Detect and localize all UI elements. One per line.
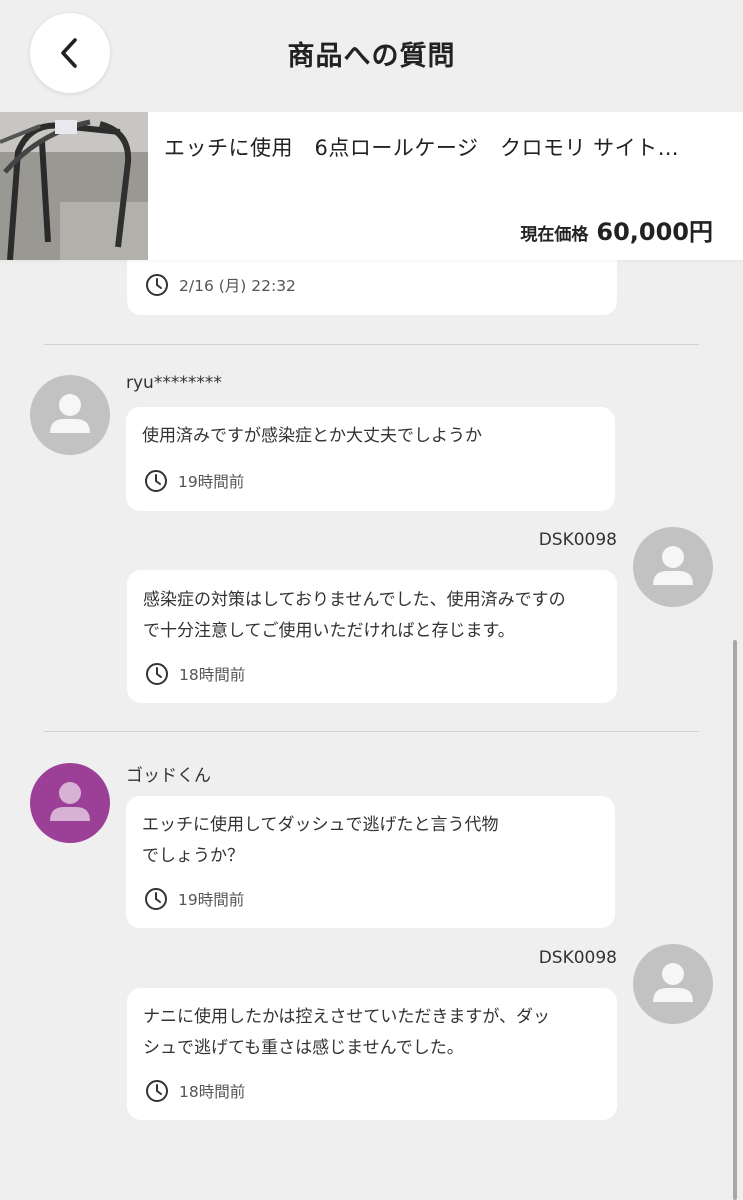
header: 商品への質問 bbox=[0, 0, 743, 112]
divider bbox=[44, 344, 699, 345]
question-bubble: エッチに使用してダッシュで逃げたと言う代物 でしょうか？ 19時間前 bbox=[126, 796, 615, 928]
message-time: 19時間前 bbox=[144, 469, 244, 493]
message-time: 19時間前 bbox=[144, 887, 244, 911]
seller-name[interactable]: DSK0098 bbox=[539, 948, 617, 968]
page-title: 商品への質問 bbox=[287, 41, 456, 72]
divider bbox=[44, 731, 699, 732]
clock-icon bbox=[146, 1080, 168, 1102]
clock-icon bbox=[145, 470, 167, 492]
answer-bubble: 感染症の対策はしておりませんでした、使用済みですの で十分注意してご使用いただけ… bbox=[127, 570, 617, 703]
answer-bubble: ナニに使用したかは控えさせていただきますが、ダッ シュで逃げても重さは感じません… bbox=[127, 988, 617, 1120]
message-text: ナニに使用したかは控えさせていただきますが、ダッ シュで逃げても重さは感じません… bbox=[143, 1007, 550, 1058]
seller-name[interactable]: DSK0098 bbox=[539, 530, 617, 550]
question-bubble: 使用済みですが感染症とか大丈夫でしようか 19時間前 bbox=[126, 407, 615, 511]
product-title[interactable]: エッチに使用 6点ロールケージ クロモリ サイト… bbox=[164, 132, 704, 162]
person-icon bbox=[50, 782, 90, 821]
seller-avatar[interactable] bbox=[633, 944, 713, 1024]
seller-avatar[interactable] bbox=[633, 527, 713, 607]
message-time: 18時間前 bbox=[145, 662, 245, 686]
message-time: 2/16 (月) 22:32 bbox=[145, 273, 296, 297]
avatar[interactable] bbox=[30, 763, 110, 843]
person-icon bbox=[50, 394, 90, 433]
scrollbar[interactable] bbox=[733, 640, 737, 1200]
user-name[interactable]: ryu******** bbox=[126, 373, 222, 393]
person-icon bbox=[653, 963, 693, 1002]
price-label: 現在価格 bbox=[520, 225, 589, 245]
user-name[interactable]: ゴッドくん bbox=[126, 761, 211, 786]
clock-icon bbox=[145, 888, 167, 910]
product-summary[interactable]: エッチに使用 6点ロールケージ クロモリ サイト… 現在価格 60,000円 bbox=[0, 112, 743, 260]
message-text: 使用済みですが感染症とか大丈夫でしようか bbox=[142, 426, 482, 446]
avatar[interactable] bbox=[30, 375, 110, 455]
clock-icon bbox=[146, 274, 168, 296]
message-text: 感染症の対策はしておりませんでした、使用済みですの で十分注意してご使用いただけ… bbox=[143, 590, 566, 641]
message-time: 18時間前 bbox=[145, 1079, 245, 1103]
person-icon bbox=[653, 546, 693, 585]
price-row: 現在価格 60,000円 bbox=[520, 212, 713, 247]
price-value: 60,000円 bbox=[596, 218, 713, 246]
clock-icon bbox=[146, 663, 168, 685]
product-thumbnail[interactable] bbox=[0, 112, 148, 260]
message-text: エッチに使用してダッシュで逃げたと言う代物 でしょうか？ bbox=[142, 815, 499, 866]
